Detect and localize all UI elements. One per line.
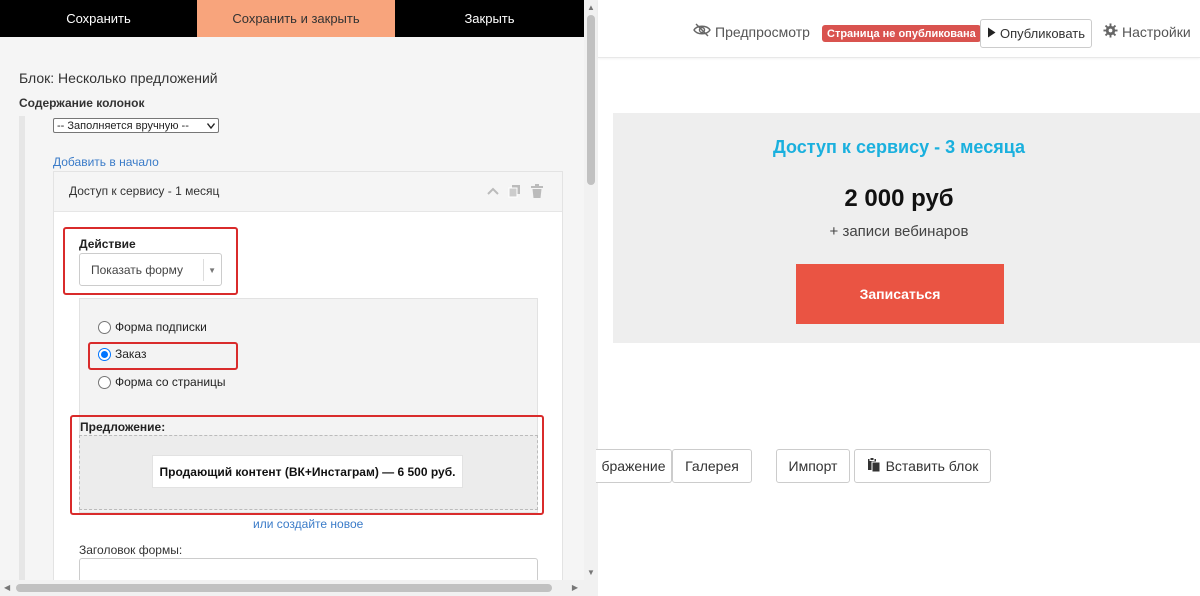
radio-page-form[interactable]: Форма со страницы: [98, 375, 226, 389]
gear-icon: [1103, 23, 1118, 41]
radio-label: Форма подписки: [115, 320, 207, 334]
settings-label: Настройки: [1122, 24, 1191, 40]
scroll-right-icon[interactable]: ▶: [572, 583, 578, 592]
preview-button[interactable]: Предпросмотр: [693, 23, 810, 40]
import-button[interactable]: Импорт: [776, 449, 850, 483]
offer-item-actions: [486, 184, 544, 198]
horizontal-scrollbar[interactable]: ◀ ▶: [0, 580, 598, 596]
save-and-close-button[interactable]: Сохранить и закрыть: [197, 0, 395, 37]
copy-icon[interactable]: [508, 184, 522, 198]
highlight-offer: [70, 415, 544, 515]
trash-icon[interactable]: [530, 184, 544, 198]
eye-slash-icon: [693, 23, 711, 40]
scroll-up-icon[interactable]: ▲: [587, 3, 595, 12]
collapse-icon[interactable]: [486, 184, 500, 198]
fill-mode-select[interactable]: -- Заполняется вручную --: [53, 118, 219, 133]
settings-button[interactable]: Настройки: [1103, 23, 1191, 41]
gallery-block-button[interactable]: Галерея: [672, 449, 752, 483]
paste-block-button[interactable]: Вставить блок: [854, 449, 991, 483]
offer-title: Доступ к сервису - 3 месяца: [772, 137, 1026, 157]
radio-label: Форма со страницы: [115, 375, 226, 389]
image-block-button[interactable]: бражение: [596, 449, 672, 483]
play-icon: [987, 26, 996, 41]
scroll-down-icon[interactable]: ▼: [587, 568, 595, 577]
create-new-link[interactable]: или создайте новое: [253, 517, 363, 531]
publish-label: Опубликовать: [999, 26, 1085, 41]
form-title-label: Заголовок формы:: [79, 543, 183, 557]
app-root: Сохранить Сохранить и закрыть Закрыть Бл…: [0, 0, 1200, 596]
scroll-left-icon[interactable]: ◀: [4, 583, 10, 592]
offer-item-header[interactable]: Доступ к сервису - 1 месяц: [54, 172, 562, 212]
columns-content-label: Содержание колонок: [19, 96, 145, 110]
chevron-down-icon: [207, 122, 215, 130]
close-button[interactable]: Закрыть: [395, 0, 584, 37]
highlight-action: [63, 227, 238, 295]
page-topbar: Предпросмотр Страница не опубликована Оп…: [598, 0, 1200, 58]
offer-block-preview[interactable]: Доступ к сервису - 3 месяца 2 000 руб + …: [613, 113, 1200, 343]
editor-panel: Сохранить Сохранить и закрыть Закрыть Бл…: [0, 0, 584, 596]
vertical-scrollbar[interactable]: ▲ ▼: [584, 0, 598, 580]
offer-item-title: Доступ к сервису - 1 месяц: [69, 184, 220, 198]
radio-button[interactable]: [98, 375, 111, 389]
highlight-order: [88, 342, 238, 370]
radio-button[interactable]: [98, 320, 111, 334]
preview-label: Предпросмотр: [715, 23, 810, 40]
scrollbar-thumb[interactable]: [16, 584, 552, 592]
status-badge: Страница не опубликована: [822, 25, 981, 42]
clipboard-icon: [867, 457, 881, 475]
signup-button[interactable]: Записаться: [796, 264, 1004, 324]
offer-subtitle: + записи вебинаров: [829, 223, 969, 240]
editor-toolbar: Сохранить Сохранить и закрыть Закрыть: [0, 0, 584, 37]
offer-price: 2 000 руб: [844, 185, 954, 212]
scrollbar-thumb[interactable]: [587, 15, 595, 185]
paste-block-label: Вставить блок: [885, 458, 979, 474]
fill-mode-value: -- Заполняется вручную --: [57, 119, 189, 132]
save-button[interactable]: Сохранить: [0, 0, 197, 37]
page-canvas: Предпросмотр Страница не опубликована Оп…: [596, 0, 1200, 596]
radio-subscribe-form[interactable]: Форма подписки: [98, 320, 207, 334]
nesting-gutter: [19, 116, 25, 586]
publish-button[interactable]: Опубликовать: [980, 19, 1092, 48]
add-to-start-link[interactable]: Добавить в начало: [53, 155, 159, 169]
block-title: Блок: Несколько предложений: [19, 70, 218, 86]
